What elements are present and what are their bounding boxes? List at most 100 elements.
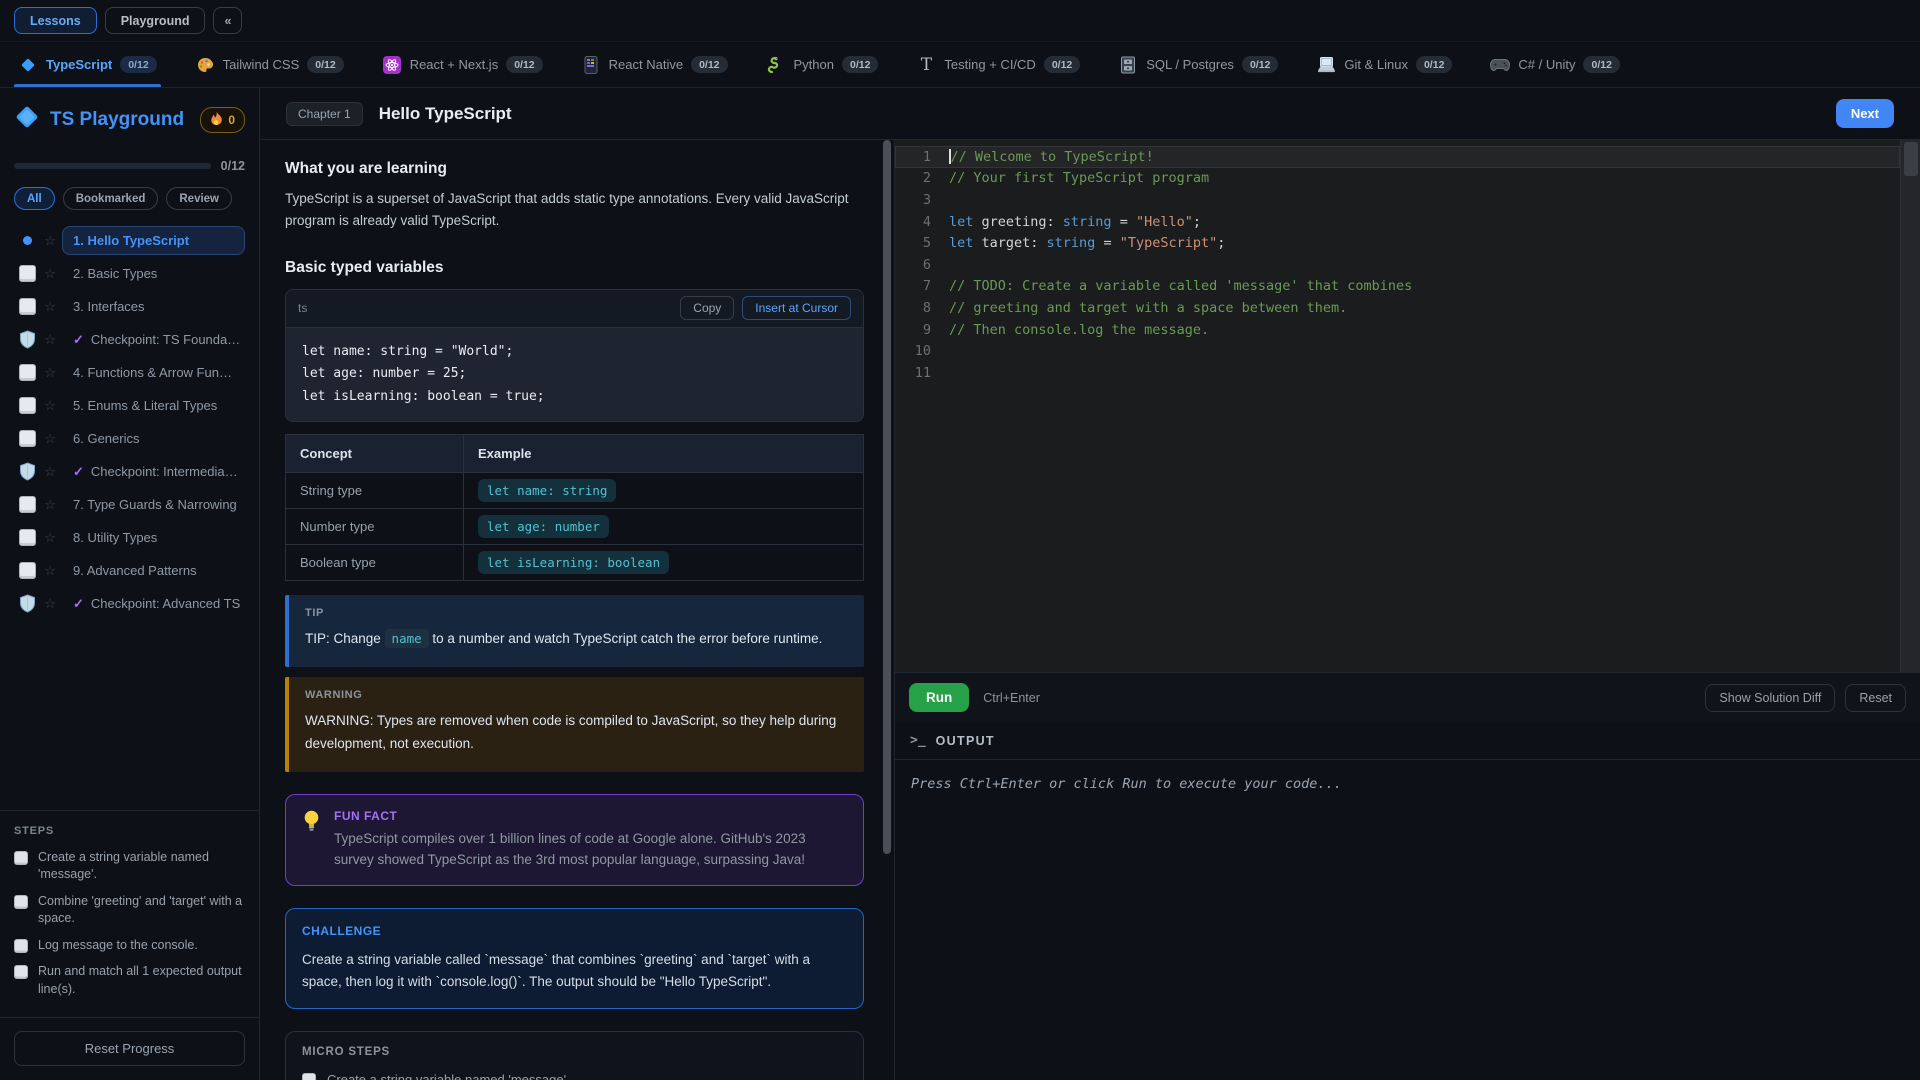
run-button[interactable]: Run [909,683,970,712]
filter-review[interactable]: Review [166,187,233,210]
tab-lessons[interactable]: Lessons [14,7,97,34]
challenge-label: CHALLENGE [302,923,382,938]
copy-code-button[interactable]: Copy [680,296,735,321]
checkpoint-check-icon: ✓ [73,331,84,347]
lesson-item-8-utility-types[interactable]: ☆ 8. Utility Types [14,521,245,554]
lesson-square-icon [14,298,40,315]
bookmark-star-icon[interactable]: ☆ [40,332,60,348]
track-tab-typescript[interactable]: TypeScript 0/12 [14,42,161,87]
progress-label: 0/12 [220,159,245,173]
editor-scrollbar[interactable] [1900,140,1920,672]
bookmark-star-icon[interactable]: ☆ [40,563,60,579]
lesson-title: 8. Utility Types [73,530,158,545]
micro-steps-label: MICRO STEPS [302,1046,391,1059]
bookmark-star-icon[interactable]: ☆ [40,497,60,513]
tip-label: TIP [305,607,324,620]
editor-scrollbar-thumb[interactable] [1903,142,1918,176]
checkpoint-check-icon: ✓ [73,595,84,611]
track-tab-react-native[interactable]: React Native 0/12 [581,42,728,87]
lesson-item-2-basic-types[interactable]: ☆ 2. Basic Types [14,257,245,290]
lesson-item-6-generics[interactable]: ☆ 6. Generics [14,422,245,455]
step-checkbox[interactable] [14,965,28,979]
top-bar: Lessons Playground « [0,0,1920,42]
editor-line-11[interactable]: 11 [895,362,1900,384]
bookmark-star-icon[interactable]: ☆ [40,299,60,315]
editor-line-3[interactable]: 3 [895,189,1900,211]
editor-line-7[interactable]: 7 // TODO: Create a variable called 'mess… [895,276,1900,298]
concept-table: Concept Example String type let name: str… [285,434,864,582]
micro-step-text: Create a string variable named 'message'… [327,1072,570,1080]
steps-title: STEPS [14,824,55,837]
lesson-item-checkpoint-intermedia[interactable]: ☆ ✓ Checkpoint: Intermedia… [14,455,245,488]
example-code-chip: let isLearning: boolean [478,551,670,575]
reset-progress-button[interactable]: Reset Progress [14,1031,245,1066]
editor-line-4[interactable]: 4 let greeting: string = "Hello"; [895,211,1900,233]
editor-line-2[interactable]: 2 // Your first TypeScript program [895,168,1900,190]
code-token: ; [1217,235,1226,252]
code-token: greeting: [981,213,1063,230]
collapse-sidebar-button[interactable]: « [213,7,243,34]
step-checkbox[interactable] [14,938,28,953]
track-label: Tailwind CSS [222,57,300,72]
track-tab-react-next-js[interactable]: React + Next.js 0/12 [382,42,543,87]
streak-badge: 0 [200,106,245,133]
track-tab-git-linux[interactable]: Git & Linux 0/12 [1316,42,1453,87]
next-lesson-button[interactable]: Next [1835,99,1894,128]
filter-bookmarked[interactable]: Bookmarked [62,187,159,210]
lesson-item-3-interfaces[interactable]: ☆ 3. Interfaces [14,290,245,323]
code-token: ; [1192,213,1202,230]
line-code: let target: string = "TypeScript"; [949,235,1225,251]
step-checkbox[interactable] [14,850,28,865]
table-row: String type let name: string [285,472,864,509]
lesson-label: 7. Type Guards & Narrowing [62,490,245,519]
example-code: let name: string = "World"; let age: numb… [286,327,863,422]
editor-line-9[interactable]: 9 // Then console.log the message. [895,319,1900,341]
filter-all[interactable]: All [14,187,55,210]
code-editor[interactable]: 1 // Welcome to TypeScript! 2 // Your first… [895,140,1920,672]
editor-line-5[interactable]: 5 let target: string = "TypeScript"; [895,232,1900,254]
lesson-item-7-type-guards-narrowing[interactable]: ☆ 7. Type Guards & Narrowing [14,488,245,521]
lesson-item-checkpoint-ts-founda[interactable]: ☆ ✓ Checkpoint: TS Founda… [14,323,245,356]
track-count-badge: 0/12 [691,56,728,73]
example-cell: let isLearning: boolean [463,544,864,581]
concept-cell: String type [285,472,464,509]
track-tab-tailwind-css[interactable]: Tailwind CSS 0/12 [195,42,344,87]
tab-playground[interactable]: Playground [104,7,206,34]
bookmark-star-icon[interactable]: ☆ [40,596,60,612]
insert-at-cursor-button[interactable]: Insert at Cursor [742,296,851,321]
lesson-label: 8. Utility Types [62,523,245,552]
lightbulb-icon [302,809,321,871]
track-tab-sql-postgres[interactable]: SQL / Postgres 0/12 [1118,42,1279,87]
concept-cell: Boolean type [285,544,464,581]
output-title: OUTPUT [935,733,995,748]
lesson-item-1-hello-typescript[interactable]: ☆ 1. Hello TypeScript [14,224,245,257]
editor-line-8[interactable]: 8 // greeting and target with a space bet… [895,297,1900,319]
track-tab-python[interactable]: Python 0/12 [766,42,879,87]
laptop-icon [1316,56,1336,73]
bookmark-star-icon[interactable]: ☆ [40,464,60,480]
editor-line-6[interactable]: 6 [895,254,1900,276]
micro-step-checkbox[interactable] [302,1073,316,1080]
micro-step-item: Create a string variable named 'message'… [302,1071,847,1080]
content-scrollbar[interactable] [883,140,891,855]
track-tab-c-unity[interactable]: C# / Unity 0/12 [1490,42,1620,87]
lesson-item-4-functions-arrow-fun[interactable]: ☆ 4. Functions & Arrow Fun… [14,356,245,389]
lesson-title: 3. Interfaces [73,299,145,314]
reset-code-button[interactable]: Reset [1845,683,1906,712]
bookmark-star-icon[interactable]: ☆ [40,233,60,249]
lesson-item-5-enums-literal-types[interactable]: ☆ 5. Enums & Literal Types [14,389,245,422]
editor-line-1[interactable]: 1 // Welcome to TypeScript! [895,146,1900,168]
lesson-label: 6. Generics [62,424,245,453]
lesson-item-checkpoint-advanced-ts[interactable]: ☆ ✓ Checkpoint: Advanced TS [14,587,245,620]
code-token: = [1095,235,1120,252]
bookmark-star-icon[interactable]: ☆ [40,365,60,381]
track-tab-testing-ci-cd[interactable]: T Testing + CI/CD 0/12 [916,42,1081,87]
lesson-item-9-advanced-patterns[interactable]: ☆ 9. Advanced Patterns [14,554,245,587]
bookmark-star-icon[interactable]: ☆ [40,431,60,447]
bookmark-star-icon[interactable]: ☆ [40,530,60,546]
step-checkbox[interactable] [14,894,28,909]
bookmark-star-icon[interactable]: ☆ [40,398,60,414]
bookmark-star-icon[interactable]: ☆ [40,266,60,282]
editor-line-10[interactable]: 10 [895,340,1900,362]
show-solution-diff-button[interactable]: Show Solution Diff [1705,683,1836,712]
